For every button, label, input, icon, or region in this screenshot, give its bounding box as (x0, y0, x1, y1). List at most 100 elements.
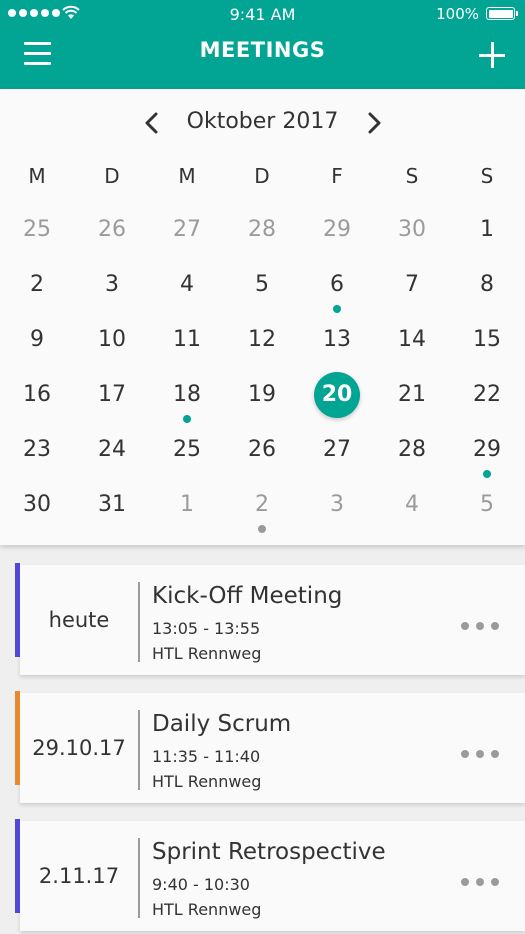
calendar-day[interactable]: 2 (237, 492, 287, 533)
calendar-day[interactable]: 5 (462, 492, 512, 532)
day-number: 14 (398, 327, 426, 352)
day-number: 12 (248, 327, 276, 352)
day-number: 19 (248, 382, 276, 407)
meeting-title: Sprint Retrospective (152, 839, 386, 865)
calendar-day[interactable]: 13 (312, 327, 362, 367)
meeting-title: Kick-Off Meeting (152, 583, 343, 609)
day-number: 13 (323, 327, 351, 352)
meeting-title: Daily Scrum (152, 711, 292, 737)
weekday-label: F (331, 164, 343, 188)
calendar-day[interactable]: 23 (12, 437, 62, 477)
calendar-day[interactable]: 30 (12, 492, 62, 532)
meeting-card[interactable]: 29.10.17 Daily Scrum 11:35 - 11:40 HTL Renn… (15, 691, 525, 803)
day-number: 22 (473, 382, 501, 407)
chevron-right-icon[interactable] (363, 112, 385, 134)
meeting-time: 11:35 - 11:40 (152, 747, 261, 766)
calendar-day[interactable]: 2 (12, 272, 62, 312)
calendar: Oktober 2017 MDMDFSS 25 26 27 28 29 30 1 2 3 4 5 6 7… (0, 89, 525, 545)
calendar-day[interactable]: 29 (462, 437, 512, 478)
day-number: 1 (180, 492, 194, 517)
calendar-day[interactable]: 31 (87, 492, 137, 532)
day-number: 8 (480, 272, 494, 297)
more-icon[interactable] (461, 622, 499, 632)
weekday-label: M (178, 164, 196, 188)
day-number: 2 (30, 272, 44, 297)
calendar-day[interactable]: 27 (162, 217, 212, 257)
calendar-day[interactable]: 6 (312, 272, 362, 313)
calendar-day[interactable]: 1 (162, 492, 212, 532)
day-number: 11 (173, 327, 201, 352)
battery-percentage: 100% (436, 5, 479, 23)
event-indicator-dot (183, 415, 191, 423)
weekday-label: D (104, 164, 120, 188)
calendar-day[interactable]: 27 (312, 437, 362, 477)
more-icon[interactable] (461, 878, 499, 888)
calendar-day[interactable]: 11 (162, 327, 212, 367)
day-number: 3 (330, 492, 344, 517)
day-number: 20 (321, 382, 353, 407)
more-icon[interactable] (461, 750, 499, 760)
calendar-day-selected[interactable]: 20 (312, 372, 362, 422)
weekday-label: M (28, 164, 46, 188)
calendar-day[interactable]: 17 (87, 382, 137, 422)
calendar-day[interactable]: 15 (462, 327, 512, 367)
event-indicator-dot (333, 305, 341, 313)
calendar-day[interactable]: 14 (387, 327, 437, 367)
meeting-card[interactable]: heute Kick-Off Meeting 13:05 - 13:55 HTL Re… (15, 563, 525, 675)
meeting-date: 29.10.17 (32, 736, 126, 760)
calendar-day[interactable]: 25 (162, 437, 212, 477)
meeting-date: heute (48, 608, 110, 632)
day-number: 7 (405, 272, 419, 297)
calendar-day[interactable]: 25 (12, 217, 62, 257)
meeting-time: 13:05 - 13:55 (152, 619, 261, 638)
meeting-location: HTL Rennweg (152, 772, 262, 791)
page-title: MEETINGS (199, 38, 326, 62)
calendar-day[interactable]: 16 (12, 382, 62, 422)
calendar-day[interactable]: 19 (237, 382, 287, 422)
day-number: 30 (398, 217, 426, 242)
calendar-day[interactable]: 29 (312, 217, 362, 257)
calendar-day[interactable]: 4 (162, 272, 212, 312)
day-number: 29 (473, 437, 501, 462)
day-number: 28 (248, 217, 276, 242)
calendar-day[interactable]: 10 (87, 327, 137, 367)
day-number: 2 (255, 492, 269, 517)
meeting-card[interactable]: 2.11.17 Sprint Retrospective 9:40 - 10:30 H… (15, 819, 525, 931)
day-number: 21 (398, 382, 426, 407)
calendar-day[interactable]: 30 (387, 217, 437, 257)
calendar-day[interactable]: 4 (387, 492, 437, 532)
day-number: 5 (480, 492, 494, 517)
day-number: 24 (98, 437, 126, 462)
calendar-day[interactable]: 28 (387, 437, 437, 477)
calendar-day[interactable]: 26 (237, 437, 287, 477)
day-number: 23 (23, 437, 51, 462)
day-number: 25 (173, 437, 201, 462)
weekday-header: MDMDFSS (0, 164, 525, 188)
month-label: Oktober 2017 (186, 109, 339, 134)
month-navigation: Oktober 2017 (0, 109, 525, 139)
calendar-day[interactable]: 21 (387, 382, 437, 422)
calendar-day[interactable]: 8 (462, 272, 512, 312)
weekday-label: D (254, 164, 270, 188)
app-header: 9:41 AM 100% MEETINGS (0, 0, 525, 89)
divider (138, 710, 140, 790)
day-number: 18 (173, 382, 201, 407)
calendar-day[interactable]: 28 (237, 217, 287, 257)
day-number: 25 (23, 217, 51, 242)
meeting-location: HTL Rennweg (152, 644, 262, 663)
day-number: 15 (473, 327, 501, 352)
meeting-date: 2.11.17 (38, 864, 120, 888)
calendar-day[interactable]: 5 (237, 272, 287, 312)
calendar-day[interactable]: 24 (87, 437, 137, 477)
calendar-day[interactable]: 3 (312, 492, 362, 532)
calendar-day[interactable]: 22 (462, 382, 512, 422)
calendar-day[interactable]: 9 (12, 327, 62, 367)
add-meeting-button[interactable] (479, 42, 505, 68)
calendar-day[interactable]: 1 (462, 217, 512, 257)
calendar-day[interactable]: 7 (387, 272, 437, 312)
calendar-day[interactable]: 26 (87, 217, 137, 257)
weekday-label: S (405, 164, 419, 188)
calendar-day[interactable]: 12 (237, 327, 287, 367)
calendar-day[interactable]: 3 (87, 272, 137, 312)
calendar-day[interactable]: 18 (162, 382, 212, 423)
